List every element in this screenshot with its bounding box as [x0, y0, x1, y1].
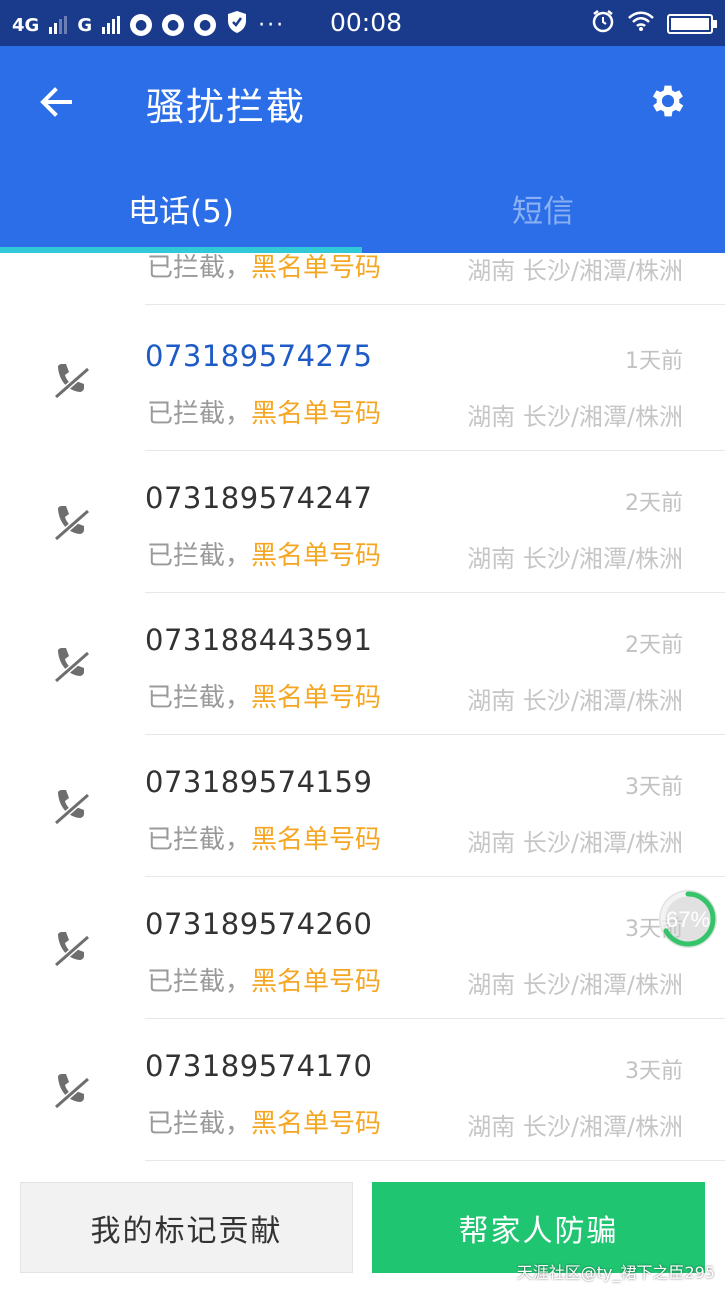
block-status: 已拦截，黑名单号码 [147, 535, 381, 572]
page-title: 骚扰拦截 [146, 85, 307, 129]
blocked-call-icon [52, 787, 92, 827]
progress-badge[interactable]: 67% [658, 889, 718, 949]
block-status-text: 已拦截， [147, 967, 252, 997]
blocked-call-icon [52, 253, 92, 255]
block-status: 已拦截，黑名单号码 [147, 1103, 381, 1140]
app-bar: 骚扰拦截 电话(5) 短信 [0, 46, 725, 253]
caller-location: 湖南 长沙/湘潭/株洲 [467, 257, 683, 285]
battery-icon [667, 14, 717, 34]
my-contributions-button[interactable]: 我的标记贡献 [20, 1182, 353, 1273]
divider [145, 304, 725, 305]
chat-app-icon: ● [162, 14, 185, 36]
blocked-call-icon [52, 929, 92, 969]
list-item[interactable]: 073189574260 3天前 已拦截，黑名单号码 湖南 长沙/湘潭/株洲 [0, 877, 725, 1019]
block-status-text: 已拦截， [147, 1109, 252, 1139]
wifi-icon [627, 10, 655, 38]
caller-location: 湖南 长沙/湘潭/株洲 [467, 545, 683, 573]
status-right [591, 9, 717, 39]
block-status: 已拦截，黑名单号码 [147, 961, 381, 998]
list-item[interactable]: 已拦截，黑名单号码 湖南 长沙/湘潭/株洲 [0, 253, 725, 305]
list-item[interactable]: 073189574159 3天前 已拦截，黑名单号码 湖南 长沙/湘潭/株洲 [0, 735, 725, 877]
blocked-call-icon [52, 361, 92, 401]
chat-app-icon: ● [130, 14, 153, 36]
caller-location: 湖南 长沙/湘潭/株洲 [467, 403, 683, 431]
blocked-call-icon [52, 503, 92, 543]
signal-strength-icon [49, 16, 68, 34]
progress-label: 67% [666, 907, 710, 932]
block-status-text: 已拦截， [147, 399, 252, 429]
block-status: 已拦截，黑名单号码 [147, 819, 381, 856]
block-status: 已拦截，黑名单号码 [147, 253, 381, 284]
network-type-4g: 4G [12, 14, 40, 36]
caller-location: 湖南 长沙/湘潭/株洲 [467, 1113, 683, 1141]
signal-strength-icon [102, 16, 121, 34]
block-status-text: 已拦截， [147, 683, 252, 713]
blacklist-tag: 黑名单号码 [251, 253, 382, 283]
network-type-g: G [77, 14, 93, 36]
list-item[interactable]: 073189574275 1天前 已拦截，黑名单号码 湖南 长沙/湘潭/株洲 [0, 309, 725, 451]
more-notifications-icon: ··· [258, 12, 286, 38]
blacklist-tag: 黑名单号码 [251, 399, 382, 429]
phone-number: 073189574170 [145, 1049, 373, 1083]
gear-icon[interactable] [647, 80, 689, 122]
phone-number: 073189574159 [145, 765, 373, 799]
call-time: 2天前 [625, 633, 683, 658]
caller-location: 湖南 长沙/湘潭/株洲 [467, 687, 683, 715]
block-status: 已拦截，黑名单号码 [147, 677, 381, 714]
shield-icon [226, 10, 248, 40]
blacklist-tag: 黑名单号码 [251, 1109, 382, 1139]
phone-number: 073189574260 [145, 907, 373, 941]
blacklist-tag: 黑名单号码 [251, 967, 382, 997]
block-status-text: 已拦截， [147, 541, 252, 571]
caller-location: 湖南 长沙/湘潭/株洲 [467, 829, 683, 857]
call-time: 3天前 [625, 775, 683, 800]
tab-sms[interactable]: 短信 [362, 186, 724, 231]
blocked-call-icon [52, 1071, 92, 1111]
phone-number: 073189574275 [145, 339, 373, 373]
block-status: 已拦截，黑名单号码 [147, 393, 381, 430]
block-status-text: 已拦截， [147, 825, 252, 855]
call-time: 1天前 [625, 349, 683, 374]
blacklist-tag: 黑名单号码 [251, 683, 382, 713]
alarm-icon [591, 9, 615, 39]
list-item[interactable]: 073189574247 2天前 已拦截，黑名单号码 湖南 长沙/湘潭/株洲 [0, 451, 725, 593]
clock: 00:08 [330, 8, 403, 37]
blocked-call-icon [52, 645, 92, 685]
status-left: 4G G ● ● ● ··· [12, 10, 285, 40]
blacklist-tag: 黑名单号码 [251, 825, 382, 855]
blocked-calls-list[interactable]: 已拦截，黑名单号码 湖南 长沙/湘潭/株洲 073189574275 1天前 已… [0, 253, 725, 1165]
call-time: 3天前 [625, 1059, 683, 1084]
block-status-text: 已拦截， [147, 253, 252, 283]
divider [145, 1160, 725, 1161]
list-item[interactable]: 073189574170 3天前 已拦截，黑名单号码 湖南 长沙/湘潭/株洲 [0, 1019, 725, 1161]
watermark-text: 天涯社区@ty_裙下之臣295 [516, 1263, 715, 1282]
tab-calls[interactable]: 电话(5) [0, 186, 362, 231]
back-arrow-icon[interactable] [36, 82, 76, 122]
blacklist-tag: 黑名单号码 [251, 541, 382, 571]
status-bar: 4G G ● ● ● ··· 00:08 [0, 0, 725, 46]
list-item[interactable]: 073188443591 2天前 已拦截，黑名单号码 湖南 长沙/湘潭/株洲 [0, 593, 725, 735]
caller-location: 湖南 长沙/湘潭/株洲 [467, 971, 683, 999]
phone-number: 073189574247 [145, 481, 373, 515]
phone-number: 073188443591 [145, 623, 373, 657]
call-time: 2天前 [625, 491, 683, 516]
message-app-icon: ● [194, 14, 217, 36]
